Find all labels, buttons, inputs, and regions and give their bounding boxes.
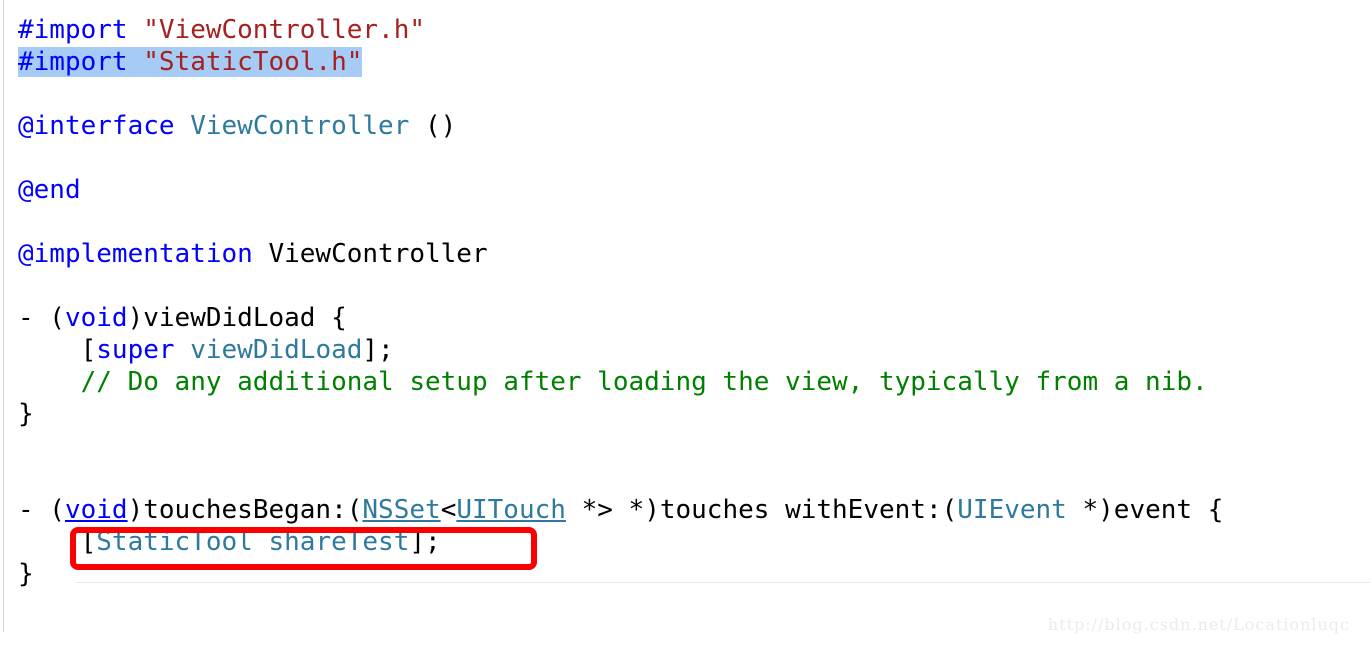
code-line[interactable] — [18, 430, 1370, 462]
code-token: ViewController — [190, 111, 410, 141]
code-token: // Do any additional setup after loading… — [80, 367, 1208, 397]
code-token: } — [18, 559, 34, 589]
source-code-area[interactable]: #import "ViewController.h" #import "Stati… — [18, 14, 1370, 590]
code-token: @interface — [18, 111, 175, 141]
code-token: viewDidLoad — [190, 335, 363, 365]
code-line[interactable]: @interface ViewController () — [18, 110, 1370, 142]
code-token: StaticTool — [96, 527, 253, 557]
editor-gutter-divider — [3, 0, 4, 632]
code-token: [ — [18, 335, 97, 365]
code-token: @end — [18, 175, 81, 205]
code-line[interactable]: #import "StaticTool.h" — [18, 46, 1370, 78]
code-line[interactable] — [18, 270, 1370, 302]
code-token: "ViewController.h" — [143, 15, 425, 45]
code-line[interactable] — [18, 142, 1370, 174]
code-token: UIEvent — [957, 495, 1067, 525]
code-token: )touchesBegan:( — [127, 495, 363, 525]
code-line[interactable]: [StaticTool shareTest]; — [18, 526, 1370, 558]
code-token: } — [18, 399, 34, 429]
code-line[interactable]: - (void)touchesBegan:(NSSet<UITouch *> *… — [18, 494, 1370, 526]
code-line[interactable]: } — [18, 558, 1370, 590]
code-token: super — [96, 335, 175, 365]
code-token: ViewController — [252, 239, 488, 269]
code-token: @implementation — [18, 239, 253, 269]
code-line[interactable]: [super viewDidLoad]; — [18, 334, 1370, 366]
code-token: )viewDidLoad { — [127, 303, 347, 333]
code-token: - ( — [18, 495, 65, 525]
code-line[interactable] — [18, 78, 1370, 110]
code-line[interactable]: - (void)viewDidLoad { — [18, 302, 1370, 334]
code-token: ]; — [362, 335, 394, 365]
code-token: () — [409, 111, 457, 141]
code-token: shareTest — [268, 527, 410, 557]
code-line[interactable]: #import "ViewController.h" — [18, 14, 1370, 46]
watermark-text: http://blog.csdn.net/Locationluqc — [1047, 615, 1350, 634]
code-token: ]; — [409, 527, 441, 557]
content-separator-line — [76, 582, 1370, 583]
code-token: < — [440, 495, 457, 525]
code-token: [ — [18, 527, 97, 557]
code-token: void — [64, 495, 128, 525]
code-token: void — [64, 303, 128, 333]
code-editor-screen: #import "ViewController.h" #import "Stati… — [0, 0, 1370, 650]
code-token: #import — [18, 15, 128, 45]
code-line[interactable] — [18, 206, 1370, 238]
code-line[interactable]: // Do any additional setup after loading… — [18, 366, 1370, 398]
code-token: NSSet — [362, 495, 441, 525]
code-token: "StaticTool.h" — [143, 47, 363, 77]
selected-text-highlight: #import "StaticTool.h" — [18, 47, 363, 77]
code-token: *)event { — [1066, 495, 1224, 525]
code-line[interactable]: } — [18, 398, 1370, 430]
code-token: - ( — [18, 303, 65, 333]
code-token: #import — [18, 47, 128, 77]
code-token: UITouch — [456, 495, 566, 525]
code-token: *> *)touches withEvent:( — [565, 495, 958, 525]
code-line[interactable]: @implementation ViewController — [18, 238, 1370, 270]
code-line[interactable] — [18, 462, 1370, 494]
code-line[interactable]: @end — [18, 174, 1370, 206]
